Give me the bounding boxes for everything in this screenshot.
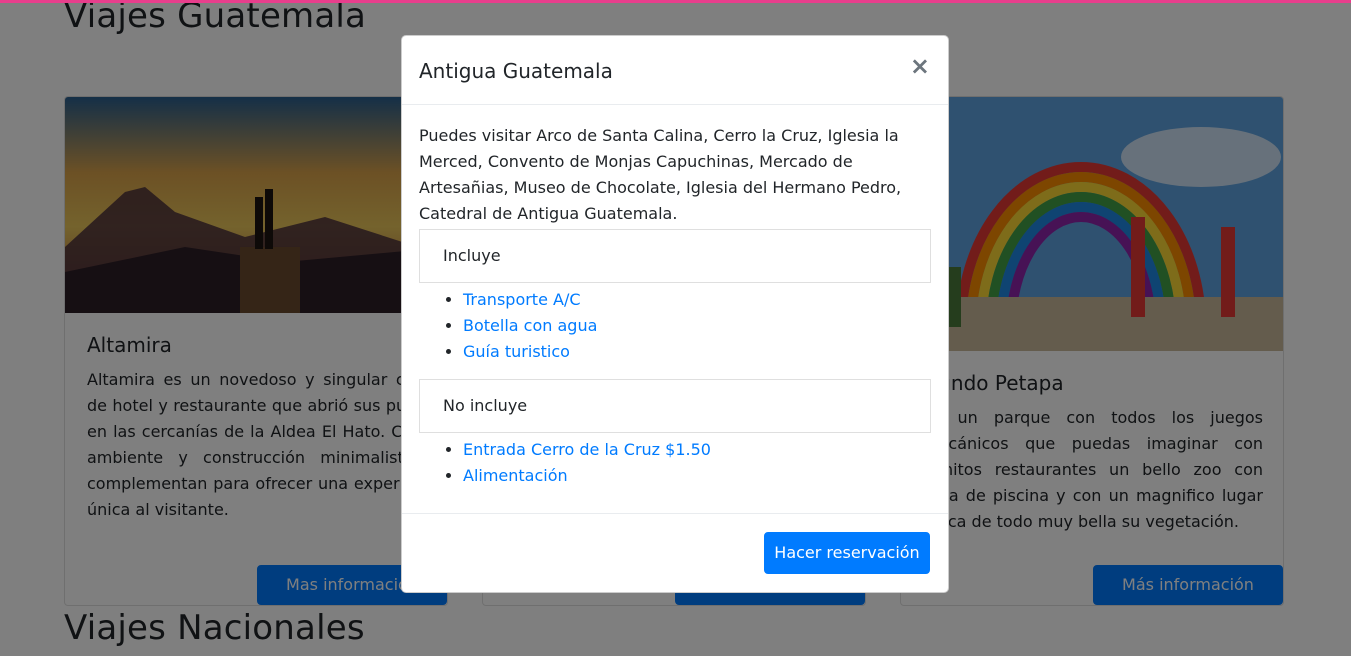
modal-title: Antigua Guatemala <box>419 59 613 83</box>
list-item: Entrada Cerro de la Cruz $1.50 <box>463 437 931 463</box>
list-item: Botella con agua <box>463 313 931 339</box>
close-icon[interactable]: × <box>910 54 930 78</box>
exclude-link-food[interactable]: Alimentación <box>463 466 568 485</box>
includes-list: Transporte A/C Botella con agua Guía tur… <box>419 287 931 365</box>
list-item: Alimentación <box>463 463 931 489</box>
include-link-water[interactable]: Botella con agua <box>463 316 597 335</box>
modal-header: Antigua Guatemala × <box>402 36 948 105</box>
excludes-header: No incluye <box>419 379 931 433</box>
top-accent-bar <box>0 0 1351 3</box>
exclude-link-entrance[interactable]: Entrada Cerro de la Cruz $1.50 <box>463 440 711 459</box>
modal-footer: Hacer reservación <box>402 513 948 592</box>
modal-description: Puedes visitar Arco de Santa Calina, Cer… <box>419 126 902 223</box>
includes-header: Incluye <box>419 229 931 283</box>
destination-modal: Antigua Guatemala × Puedes visitar Arco … <box>401 35 949 593</box>
reserve-button[interactable]: Hacer reservación <box>764 532 930 574</box>
modal-body: Puedes visitar Arco de Santa Calina, Cer… <box>402 105 948 489</box>
list-item: Guía turistico <box>463 339 931 365</box>
list-item: Transporte A/C <box>463 287 931 313</box>
include-link-guide[interactable]: Guía turistico <box>463 342 570 361</box>
excludes-list: Entrada Cerro de la Cruz $1.50 Alimentac… <box>419 437 931 489</box>
include-link-transport[interactable]: Transporte A/C <box>463 290 581 309</box>
